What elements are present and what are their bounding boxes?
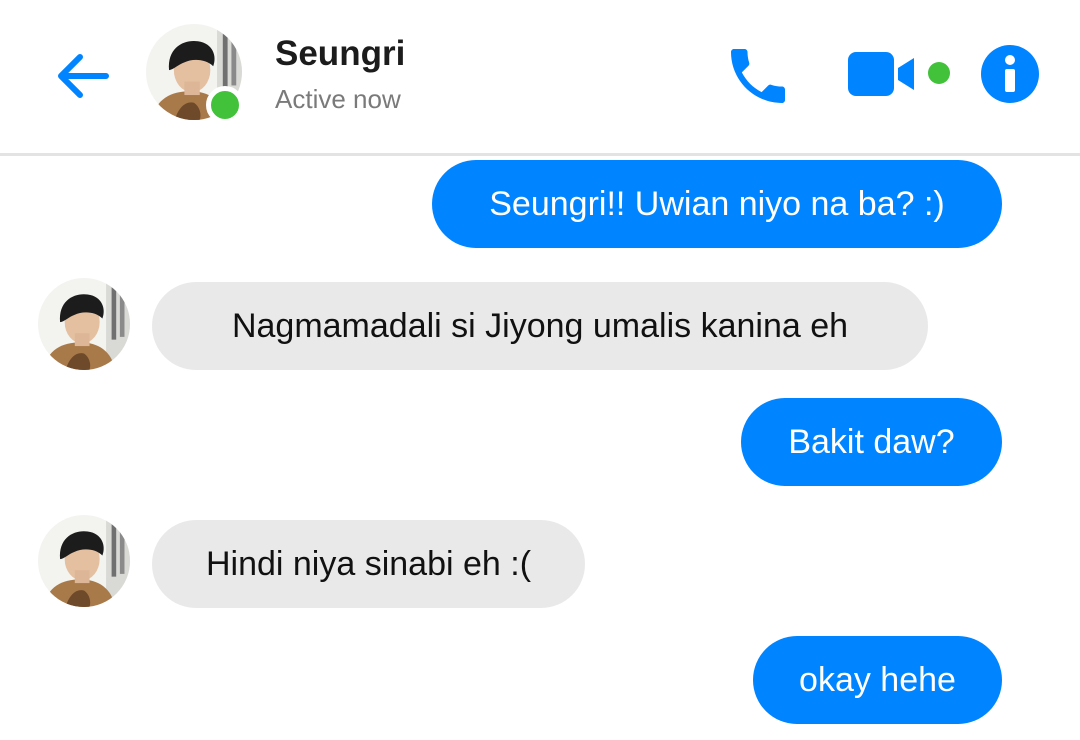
message-bubble-outgoing[interactable]: okay hehe [753,636,1002,724]
contact-name[interactable]: Seungri [275,34,405,74]
chat-header: Seungri Active now [0,0,1080,156]
contact-avatar-small[interactable] [38,515,130,607]
phone-icon[interactable] [722,40,794,112]
back-arrow-icon[interactable] [50,44,114,108]
info-icon[interactable] [980,44,1040,104]
active-status: Active now [275,84,401,114]
video-camera-icon[interactable] [846,50,922,98]
video-available-indicator [928,62,950,84]
message-bubble-incoming[interactable]: Nagmamadali si Jiyong umalis kanina eh [152,282,928,370]
message-bubble-outgoing[interactable]: Seungri!! Uwian niyo na ba? :) [432,160,1002,248]
message-bubble-incoming[interactable]: Hindi niya sinabi eh :( [152,520,585,608]
contact-avatar-small[interactable] [38,278,130,370]
online-status-indicator [206,86,244,124]
message-bubble-outgoing[interactable]: Bakit daw? [741,398,1002,486]
